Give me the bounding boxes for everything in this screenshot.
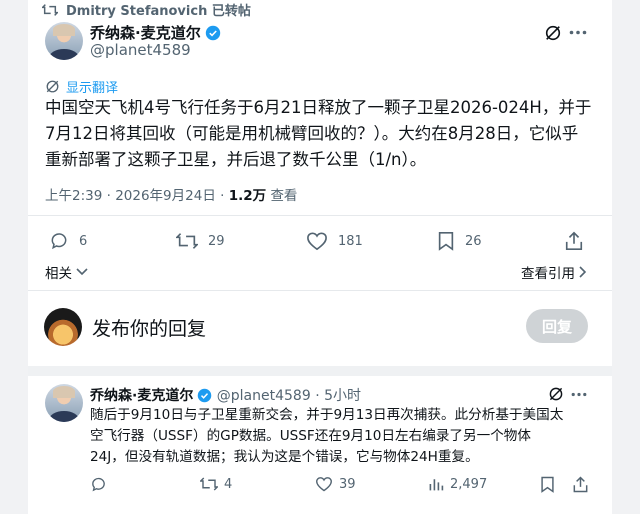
reply-icon: [49, 231, 69, 251]
reply-views-count: 2,497: [450, 476, 488, 492]
view-quotes-label: 查看引用: [521, 266, 575, 282]
user-avatar[interactable]: [44, 308, 82, 346]
views-label: 查看: [270, 188, 298, 204]
reply-body-line: 24J，但没有轨道数据；我认为这是个错误，它与物体24H重复。: [90, 449, 479, 465]
more-icon[interactable]: [571, 392, 587, 397]
post-body-line: 7月12日将其回收（可能是用机械臂回收的？）。大约在8月28日，它似乎: [45, 124, 579, 143]
reply-time[interactable]: · 5小时: [315, 388, 361, 404]
verified-icon: [197, 388, 212, 403]
author-name-text: 乔纳森·麦克道尔: [90, 24, 201, 42]
bookmark-count: 26: [465, 233, 482, 249]
repost-count: 29: [208, 233, 225, 249]
author-handle[interactable]: @planet4589: [90, 41, 191, 59]
divider: [28, 290, 612, 291]
grok-icon[interactable]: [548, 386, 564, 402]
repost-icon: [176, 231, 198, 251]
share-icon[interactable]: [564, 231, 584, 251]
like-action[interactable]: 181: [306, 231, 363, 251]
reply-input[interactable]: 发布你的回复: [92, 314, 206, 341]
repost-action[interactable]: 29: [176, 231, 225, 251]
bookmark-icon[interactable]: [540, 476, 555, 493]
post-panel: Dmitry Stefanovich 已转帖 乔纳森·麦克道尔 @planet4…: [28, 0, 612, 514]
show-translation-link[interactable]: 显示翻译: [66, 77, 118, 96]
reply-author-handle[interactable]: @planet4589: [217, 388, 311, 404]
reply-body-line: 空飞行器（USSF）的GP数据。USSF还在9月10日左右编录了另一个物体: [90, 428, 531, 444]
bookmark-action[interactable]: 26: [437, 231, 482, 251]
related-toggle[interactable]: 相关: [45, 262, 88, 282]
verified-icon: [205, 25, 221, 41]
reply-header: 乔纳森·麦克道尔 @planet4589 · 5小时: [90, 385, 361, 405]
divider: [28, 215, 612, 216]
reply-like-count: 39: [339, 476, 356, 492]
chevron-down-icon: [76, 268, 88, 276]
reply-body-line: 随后于9月10日与子卫星重新交会，并于9月13日再次捕获。此分析基于美国太: [90, 407, 564, 423]
bookmark-icon: [437, 231, 455, 251]
section-gap: [28, 366, 612, 376]
post-body: 中国空天飞机4号飞行任务于6月21日释放了一颗子卫星2026-024H，并于 7…: [45, 95, 605, 173]
translate-icon: [45, 79, 60, 94]
timestamp[interactable]: 上午2:39 · 2026年9月24日: [45, 188, 216, 204]
related-label: 相关: [45, 266, 72, 282]
view-quotes-link[interactable]: 查看引用: [521, 262, 587, 282]
views-icon: [428, 476, 444, 492]
more-icon[interactable]: [569, 30, 587, 35]
like-count: 181: [338, 233, 363, 249]
reply-icon[interactable]: [90, 476, 107, 493]
views-count: 1.2万: [228, 188, 267, 204]
like-icon: [306, 231, 328, 251]
reply-action[interactable]: 6: [49, 231, 87, 251]
reply-repost-action[interactable]: 4: [200, 476, 232, 492]
author-name[interactable]: 乔纳森·麦克道尔: [90, 22, 221, 43]
reply-repost-count: 4: [224, 476, 233, 492]
post-body-line: 重新部署了这颗子卫星，并后退了数千公里（1/n）。: [45, 150, 427, 169]
avatar[interactable]: [45, 22, 83, 60]
share-icon[interactable]: [572, 476, 589, 493]
retweet-indicator[interactable]: Dmitry Stefanovich 已转帖: [66, 0, 251, 19]
post-body-line: 中国空天飞机4号飞行任务于6月21日释放了一颗子卫星2026-024H，并于: [45, 98, 592, 117]
reply-avatar[interactable]: [45, 384, 83, 422]
chevron-right-icon: [579, 266, 587, 278]
reply-button[interactable]: 回复: [526, 309, 588, 343]
reply-like-action[interactable]: 39: [315, 476, 356, 492]
repost-icon: [200, 476, 218, 492]
retweet-icon: [42, 3, 58, 17]
reply-views-action[interactable]: 2,497: [428, 476, 487, 492]
reply-count: 6: [79, 233, 88, 249]
reply-body: 随后于9月10日与子卫星重新交会，并于9月13日再次捕获。此分析基于美国太 空飞…: [90, 405, 610, 468]
like-icon: [315, 476, 333, 492]
post-meta: 上午2:39 · 2026年9月24日 · 1.2万 查看: [45, 188, 298, 204]
grok-icon[interactable]: [544, 24, 562, 42]
reply-author-name[interactable]: 乔纳森·麦克道尔: [90, 388, 193, 404]
